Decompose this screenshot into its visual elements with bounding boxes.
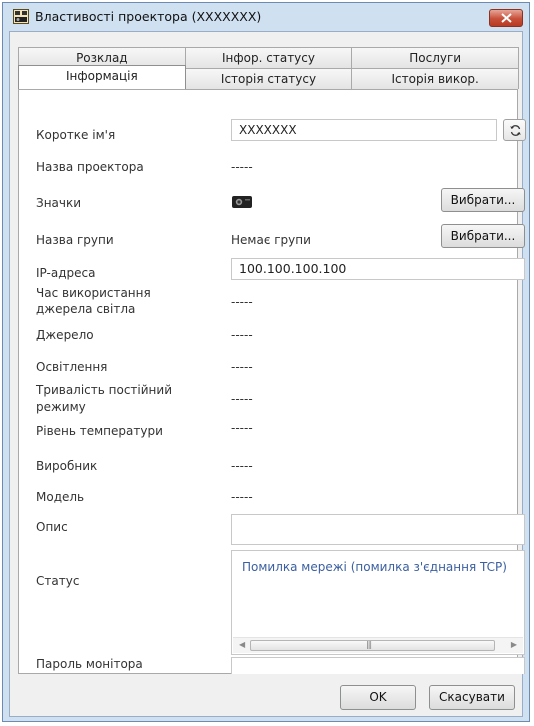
light-source-time-label-2: джерела світла: [36, 302, 136, 316]
scrollbar-grip-icon: |||: [366, 640, 372, 649]
tab-status-history[interactable]: Історія статусу: [184, 68, 353, 89]
description-label: Опис: [36, 520, 68, 534]
refresh-icon: [510, 125, 521, 136]
information-panel: Коротке ім'я XXXXXXX Назва проектора ---…: [18, 89, 526, 674]
constant-mode-value: -----: [231, 392, 253, 406]
source-value: -----: [231, 328, 253, 342]
tab-row-front: Інформація Історія статусу Історія викор…: [18, 65, 520, 89]
projector-name-label: Назва проектора: [36, 160, 144, 174]
tab-information[interactable]: Інформація: [18, 65, 186, 89]
title-bar[interactable]: Властивості проектора (XXXXXXX): [3, 3, 529, 31]
projector-name-value: -----: [231, 160, 253, 174]
brightness-label: Освітлення: [36, 360, 108, 374]
model-value: -----: [231, 490, 253, 504]
tab-usage-history[interactable]: Історія викор.: [351, 68, 520, 89]
temperature-label: Рівень температури: [36, 424, 163, 438]
temperature-value: -----: [231, 421, 253, 435]
short-name-input[interactable]: XXXXXXX: [231, 119, 497, 141]
status-box[interactable]: Помилка мережі (помилка з'єднання TCP) ◀…: [231, 550, 525, 655]
constant-mode-label-2: режиму: [36, 400, 86, 414]
model-label: Модель: [36, 490, 85, 504]
short-name-label: Коротке ім'я: [36, 128, 116, 142]
ok-button[interactable]: OK: [340, 685, 416, 710]
monitor-password-input[interactable]: [231, 657, 525, 674]
scroll-left-icon[interactable]: ◀: [239, 640, 245, 649]
ip-address-label: IP-адреса: [36, 266, 96, 280]
status-horizontal-scrollbar[interactable]: ◀ ||| ▶: [233, 637, 523, 653]
group-name-label: Назва групи: [36, 233, 114, 247]
icons-select-button[interactable]: Вибрати...: [441, 188, 525, 212]
source-label: Джерело: [36, 328, 94, 342]
light-source-time-value: -----: [231, 295, 253, 309]
refresh-button[interactable]: [503, 119, 526, 141]
properties-window: Властивості проектора (XXXXXXX) Розклад …: [2, 2, 530, 722]
constant-mode-label-1: Тривалість постійний: [36, 383, 173, 397]
group-select-button[interactable]: Вибрати...: [441, 224, 525, 248]
projector-app-icon: [13, 9, 29, 24]
status-label: Статус: [36, 574, 80, 588]
tab-services[interactable]: Послуги: [351, 47, 520, 68]
icons-label: Значки: [36, 196, 82, 210]
light-source-time-label-1: Час використання: [36, 286, 151, 300]
scroll-right-icon[interactable]: ▶: [511, 640, 517, 649]
manufacturer-value: -----: [231, 459, 253, 473]
projector-icon: [232, 196, 252, 208]
manufacturer-label: Виробник: [36, 459, 98, 473]
scrollbar-thumb[interactable]: |||: [250, 640, 495, 651]
window-title: Властивості проектора (XXXXXXX): [35, 9, 262, 24]
brightness-value: -----: [231, 360, 253, 374]
monitor-password-label: Пароль монітора: [36, 657, 143, 671]
tab-status-info[interactable]: Інфор. статусу: [184, 47, 353, 68]
cancel-button[interactable]: Скасувати: [429, 685, 515, 710]
ip-address-input[interactable]: 100.100.100.100: [231, 258, 525, 280]
group-name-value: Немає групи: [231, 233, 311, 247]
dialog-client: Розклад Інфор. статусу Послуги Інформаці…: [9, 31, 526, 717]
close-icon: [501, 13, 512, 23]
close-button[interactable]: [489, 9, 523, 27]
status-text: Помилка мережі (помилка з'єднання TCP): [242, 560, 507, 574]
description-input[interactable]: [231, 514, 525, 545]
